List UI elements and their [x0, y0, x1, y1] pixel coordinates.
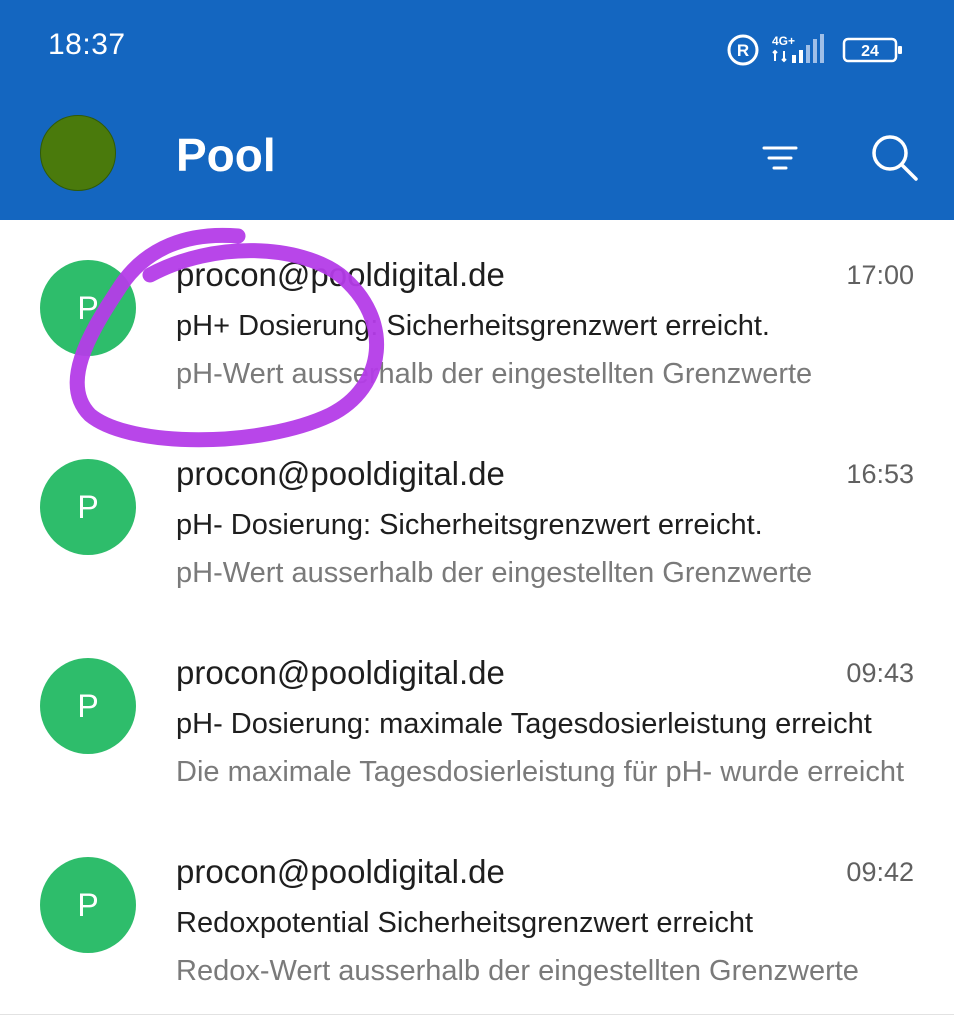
battery-icon: 24: [842, 37, 902, 63]
roaming-icon: R: [727, 34, 759, 66]
battery-level: 24: [861, 43, 879, 60]
sender-avatar: P: [40, 857, 136, 953]
search-button[interactable]: [862, 125, 926, 189]
signal-icon: 4G+: [772, 34, 824, 63]
sender-avatar: P: [40, 658, 136, 754]
message-preview: Redox-Wert ausserhalb der eingestellten …: [176, 955, 859, 987]
message-item[interactable]: P procon@pooldigital.de 16:53 pH- Dosier…: [0, 419, 954, 618]
sender-address: procon@pooldigital.de: [176, 455, 505, 492]
sender-address: procon@pooldigital.de: [176, 654, 505, 691]
message-item[interactable]: P procon@pooldigital.de 17:00 pH+ Dosier…: [0, 220, 954, 419]
message-subject: pH- Dosierung: maximale Tagesdosierleist…: [176, 708, 872, 740]
message-item[interactable]: P procon@pooldigital.de 09:42 Redoxpoten…: [0, 817, 954, 1016]
message-time: 17:00: [846, 260, 914, 290]
account-avatar[interactable]: [40, 115, 116, 191]
message-preview: pH-Wert ausserhalb der eingestellten Gre…: [176, 358, 813, 390]
message-subject: pH+ Dosierung: Sicherheitsgrenzwert erre…: [176, 310, 770, 342]
message-preview: Die maximale Tagesdosierleistung für pH-…: [176, 756, 905, 788]
message-item[interactable]: P procon@pooldigital.de 09:43 pH- Dosier…: [0, 618, 954, 817]
message-time: 16:53: [846, 459, 914, 489]
status-icons: R 4G+ 24: [726, 30, 904, 70]
message-time: 09:42: [846, 857, 914, 887]
message-preview: pH-Wert ausserhalb der eingestellten Gre…: [176, 557, 813, 589]
app-bar: Pool: [0, 100, 954, 220]
message-subject: Redoxpotential Sicherheitsgrenzwert erre…: [176, 907, 754, 939]
status-bar: 18:37 R 4G+ 24: [0, 0, 954, 100]
sender-avatar: P: [40, 459, 136, 555]
sender-address: procon@pooldigital.de: [176, 256, 505, 293]
search-icon: [872, 135, 918, 181]
status-time: 18:37: [48, 28, 126, 61]
list-divider: [0, 1014, 954, 1015]
filter-button[interactable]: [752, 130, 808, 186]
filter-icon: [762, 146, 798, 170]
sender-avatar: P: [40, 260, 136, 356]
roaming-label: R: [737, 41, 749, 60]
message-list: P procon@pooldigital.de 17:00 pH+ Dosier…: [0, 220, 954, 1016]
network-label: 4G+: [772, 34, 795, 48]
message-time: 09:43: [846, 658, 914, 688]
folder-title: Pool: [176, 129, 276, 181]
sender-address: procon@pooldigital.de: [176, 853, 505, 890]
message-subject: pH- Dosierung: Sicherheitsgrenzwert erre…: [176, 509, 763, 541]
